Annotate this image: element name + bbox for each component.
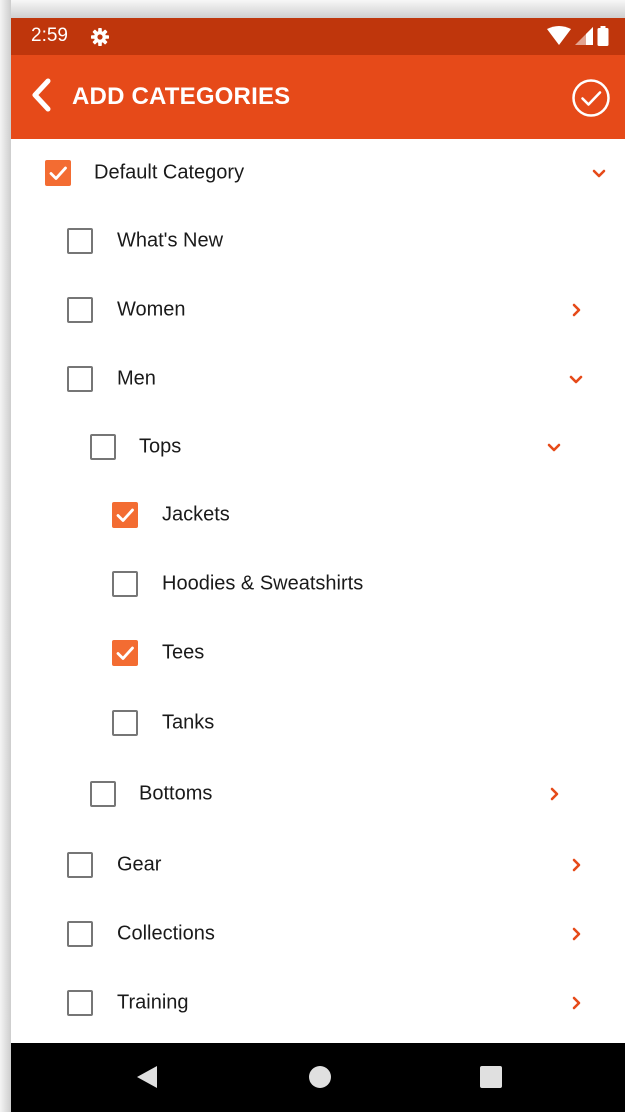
chevron-left-icon — [29, 78, 53, 117]
check-circle-icon — [571, 79, 611, 122]
category-checkbox[interactable] — [67, 990, 93, 1016]
category-checkbox[interactable] — [67, 852, 93, 878]
battery-icon — [597, 26, 609, 51]
back-button[interactable] — [23, 75, 59, 119]
category-label: Jackets — [162, 503, 230, 526]
category-checkbox[interactable] — [112, 502, 138, 528]
chevron-down-icon[interactable] — [566, 369, 586, 389]
category-item-tops[interactable]: Tops — [11, 413, 625, 481]
confirm-button[interactable] — [571, 78, 611, 118]
category-item-hoodies-sweatshirts[interactable]: Hoodies & Sweatshirts — [11, 550, 625, 618]
category-item-tees[interactable]: Tees — [11, 619, 625, 687]
chevron-right-icon[interactable] — [566, 855, 586, 875]
category-label: Women — [117, 298, 186, 321]
category-label: Bottoms — [139, 782, 213, 805]
category-label: What's New — [117, 229, 224, 252]
category-label: Tanks — [162, 711, 215, 734]
nav-back-icon[interactable] — [136, 1065, 158, 1094]
category-label: Gear — [117, 853, 162, 876]
category-item-training[interactable]: Training — [11, 969, 625, 1037]
nav-recents-icon[interactable] — [479, 1065, 503, 1094]
category-checkbox[interactable] — [45, 160, 71, 186]
category-checkbox[interactable] — [67, 228, 93, 254]
category-item-women[interactable]: Women — [11, 276, 625, 344]
window-shadow-left — [0, 0, 11, 1112]
category-label: Hoodies & Sweatshirts — [162, 572, 364, 595]
window-shadow — [0, 0, 625, 18]
category-label: Collections — [117, 922, 215, 945]
chevron-right-icon[interactable] — [566, 924, 586, 944]
nav-home-icon[interactable] — [308, 1065, 332, 1094]
status-bar: 2:59 — [11, 18, 625, 55]
chevron-right-icon[interactable] — [544, 784, 564, 804]
category-label: Training — [117, 991, 189, 1014]
system-navigation-bar — [11, 1043, 625, 1112]
category-checkbox[interactable] — [67, 366, 93, 392]
category-item-default-category[interactable]: Default Category — [11, 139, 625, 207]
app-bar: ADD CATEGORIES — [11, 55, 625, 139]
category-label: Tees — [162, 641, 205, 664]
settings-gear-icon — [90, 27, 110, 47]
page-title: ADD CATEGORIES — [72, 83, 291, 110]
category-item-bottoms[interactable]: Bottoms — [11, 760, 625, 828]
chevron-down-icon[interactable] — [589, 163, 609, 183]
category-checkbox[interactable] — [112, 571, 138, 597]
category-item-whats-new[interactable]: What's New — [11, 207, 625, 275]
category-checkbox[interactable] — [112, 640, 138, 666]
chevron-right-icon[interactable] — [566, 300, 586, 320]
category-label: Tops — [139, 435, 182, 458]
status-time: 2:59 — [31, 25, 68, 46]
category-label: Men — [117, 367, 156, 390]
category-checkbox[interactable] — [90, 434, 116, 460]
category-item-tanks[interactable]: Tanks — [11, 689, 625, 757]
category-label: Default Category — [94, 161, 245, 184]
category-checkbox[interactable] — [67, 297, 93, 323]
chevron-down-icon[interactable] — [544, 437, 564, 457]
category-checkbox[interactable] — [112, 710, 138, 736]
chevron-right-icon[interactable] — [566, 993, 586, 1013]
wifi-icon — [547, 26, 571, 51]
category-item-collections[interactable]: Collections — [11, 900, 625, 968]
phone-screen: 2:59 ADD CATEGORIES Default Category Wha… — [11, 18, 625, 1112]
category-checkbox[interactable] — [90, 781, 116, 807]
category-item-men[interactable]: Men — [11, 345, 625, 413]
category-checkbox[interactable] — [67, 921, 93, 947]
category-item-gear[interactable]: Gear — [11, 831, 625, 899]
category-item-jackets[interactable]: Jackets — [11, 481, 625, 549]
cell-signal-icon — [575, 27, 593, 50]
